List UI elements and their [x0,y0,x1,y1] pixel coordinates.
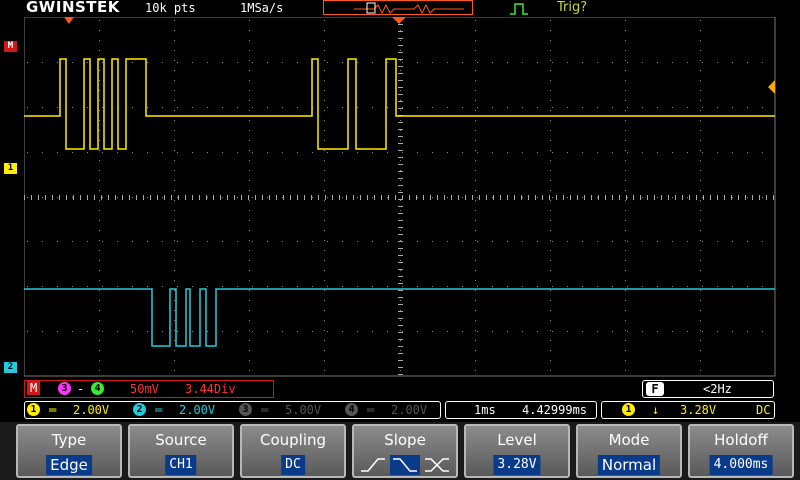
math-status-box[interactable]: M 3 - 4 50mV 3.44Div [24,380,274,398]
top-status-bar: GWINSTEK 10k pts 1MSa/s Trig? [0,0,800,18]
math-scale: 50mV [130,382,159,396]
type-label: Type [51,431,87,449]
frequency-value: <2Hz [703,382,732,396]
ch3-scale: 5.00V [285,403,322,417]
coupling-label: Coupling [259,431,327,449]
coupling-value: DC [281,455,305,475]
ch3-coupling-icon: ═ [261,403,269,417]
falling-slope-icon[interactable] [390,455,420,475]
frequency-icon: F [646,382,664,396]
math-source-a: 3 [58,382,71,395]
trigger-edge-icon [510,3,528,15]
ch1-scale: 2.00V [73,403,110,417]
slope-softkey[interactable]: Slope [352,424,458,478]
ch4-indicator[interactable]: 4 [345,403,358,416]
math-source-b: 4 [91,382,104,395]
channel-status-bar: 1 ═ 2.00V 2 ═ 2.00V 3 ═ 5.00V 4 ═ 2.00V [24,401,441,419]
slope-label: Slope [384,431,426,449]
falling-edge-icon: ↓ [652,403,660,417]
mode-softkey[interactable]: Mode Normal [576,424,682,478]
ch1-coupling-icon: ═ [49,403,57,417]
mode-value: Normal [597,455,661,475]
ch4-coupling-icon: ═ [367,403,375,417]
record-length: 10k pts [145,1,196,15]
ch3-indicator[interactable]: 3 [239,403,252,416]
slope-options [358,455,452,475]
trigger-level-value: 3.28V [680,403,717,417]
math-marker[interactable]: M [4,41,17,52]
ch2-scale: 2.00V [179,403,216,417]
source-value: CH1 [165,455,197,475]
timebase-status[interactable]: 1ms 4.42999ms [445,401,597,419]
level-label: Level [497,431,537,449]
ch2-indicator[interactable]: 2 [133,403,146,416]
math-label: M [27,381,41,395]
holdoff-label: Holdoff [714,431,768,449]
memory-overview-waveform [354,2,464,15]
trigger-status: Trig? [557,0,588,15]
frequency-counter-box[interactable]: F <2Hz [642,380,774,398]
ch2-marker[interactable]: 2 [4,362,17,373]
ch4-scale: 2.00V [391,403,428,417]
trigger-source-indicator: 1 [622,403,635,416]
mode-label: Mode [608,431,650,449]
math-offset: 3.44Div [185,382,236,396]
level-softkey[interactable]: Level 3.28V [464,424,570,478]
waveform-graticule[interactable] [24,17,776,377]
source-label: Source [155,431,207,449]
rising-slope-icon[interactable] [358,455,388,475]
softkey-menu: Type Edge Source CH1 Coupling DC Slope L… [0,422,800,480]
horizontal-position: 4.42999ms [522,403,588,417]
ch1-marker[interactable]: 1 [4,163,17,174]
ch1-indicator[interactable]: 1 [27,403,40,416]
memory-overview-bar[interactable] [323,0,473,15]
brand-logo: GWINSTEK [26,0,120,16]
ch2-coupling-icon: ═ [155,403,163,417]
coupling-softkey[interactable]: Coupling DC [240,424,346,478]
timebase-scale: 1ms [474,403,496,417]
math-operator: - [77,382,85,396]
type-value: Edge [46,455,92,475]
type-softkey[interactable]: Type Edge [16,424,122,478]
sample-rate: 1MSa/s [240,1,284,15]
either-slope-icon[interactable] [422,455,452,475]
holdoff-softkey[interactable]: Holdoff 4.000ms [688,424,794,478]
holdoff-value: 4.000ms [709,455,773,475]
source-softkey[interactable]: Source CH1 [128,424,234,478]
level-value: 3.28V [493,455,541,475]
trigger-coupling-value: DC [756,403,771,417]
trigger-status-box[interactable]: 1 ↓ 3.28V DC [601,401,775,419]
